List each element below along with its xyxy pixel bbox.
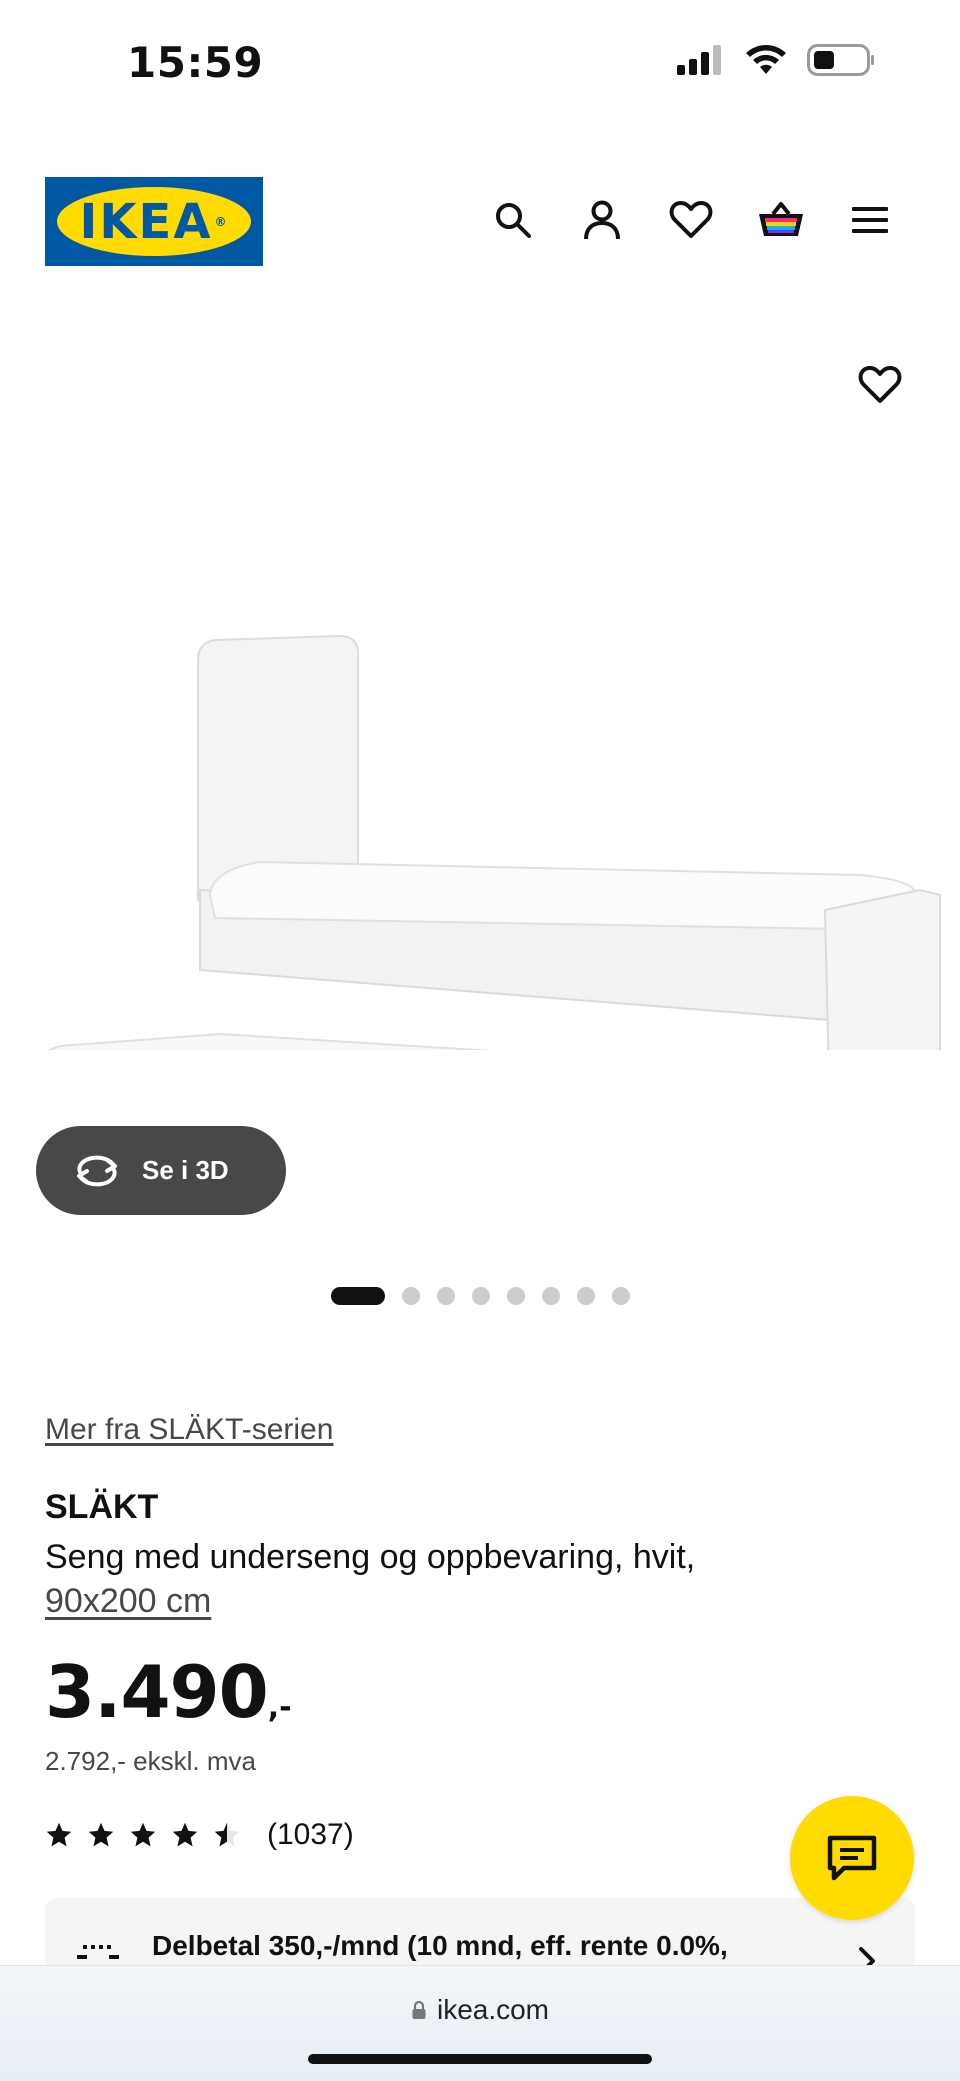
series-link[interactable]: Mer fra SLÄKT-serien (45, 1413, 333, 1447)
product-gallery[interactable]: Se i 3D (0, 310, 960, 1310)
url-display[interactable]: ikea.com (0, 1994, 960, 2026)
price-main: 3.490 (45, 1650, 269, 1734)
heart-icon (858, 365, 902, 403)
price-excl-vat: 2.792,- ekskl. mva (45, 1746, 256, 1776)
pagination-dot[interactable] (611, 1287, 630, 1305)
logo-wordmark: IKEA (79, 193, 213, 250)
product-description: Seng med underseng og oppbevaring, hvit,… (45, 1535, 905, 1623)
rotate-3d-icon (77, 1155, 117, 1186)
status-time: 15:59 (127, 38, 264, 87)
url-text: ikea.com (436, 1994, 550, 2025)
search-icon (496, 203, 531, 238)
rating-stars (45, 1821, 241, 1849)
add-to-wishlist-button[interactable] (850, 355, 910, 415)
ikea-logo[interactable]: IKEA ® (45, 177, 263, 266)
price-suffix: ,- (267, 1690, 292, 1725)
pagination-dot[interactable] (330, 1287, 385, 1305)
status-icons (677, 44, 875, 76)
battery-icon (807, 44, 874, 76)
chat-button[interactable] (790, 1796, 914, 1920)
wishlist-icon (669, 200, 713, 238)
pagination-dot[interactable] (436, 1287, 455, 1305)
star-icon (46, 1822, 72, 1847)
product-rating[interactable]: (1037) (45, 1818, 354, 1852)
star-icon (130, 1822, 156, 1847)
pagination-dot[interactable] (401, 1287, 420, 1305)
product-price: 3.490,- (45, 1650, 292, 1734)
home-indicator[interactable] (308, 2054, 652, 2064)
pagination-dot[interactable] (471, 1287, 490, 1305)
product-name: SLÄKT (45, 1488, 159, 1526)
signal-icon (677, 45, 721, 75)
pagination-dot[interactable] (506, 1287, 525, 1305)
menu-button[interactable] (840, 190, 900, 250)
logo-registered-mark: ® (214, 214, 229, 229)
chat-icon (827, 1835, 877, 1881)
financing-text: Delbetal 350,-/mnd (10 mnd, eff. rente 0… (152, 1930, 728, 1961)
pagination-dot[interactable] (576, 1287, 595, 1305)
cart-button[interactable] (751, 190, 811, 250)
site-header: IKEA ® (0, 160, 960, 280)
search-button[interactable] (483, 190, 543, 250)
menu-icon (852, 207, 888, 233)
lock-icon (412, 2000, 426, 2019)
status-bar: 15:59 (0, 0, 960, 120)
gallery-pagination (0, 1286, 960, 1306)
view-3d-button[interactable]: Se i 3D (36, 1126, 286, 1215)
product-description-text: Seng med underseng og oppbevaring, hvit, (45, 1538, 696, 1576)
product-size-link[interactable]: 90x200 cm (45, 1582, 211, 1620)
view-3d-label: Se i 3D (142, 1155, 229, 1185)
cart-icon (759, 202, 803, 236)
account-icon (584, 200, 620, 240)
wifi-icon (746, 45, 786, 74)
half-star-icon (214, 1822, 240, 1847)
browser-address-bar[interactable]: ikea.com (0, 1965, 960, 2081)
pagination-dot[interactable] (541, 1287, 560, 1305)
logo-text: IKEA ® (45, 177, 263, 266)
wishlist-button[interactable] (661, 190, 721, 250)
product-image (47, 634, 941, 1050)
rating-count: (1037) (267, 1818, 354, 1851)
product-page: 15:59 IKEA ® Se i 3D Mer fra SLÄKT-serie… (0, 0, 960, 2081)
star-icon (88, 1822, 114, 1847)
star-icon (172, 1822, 198, 1847)
account-button[interactable] (572, 190, 632, 250)
